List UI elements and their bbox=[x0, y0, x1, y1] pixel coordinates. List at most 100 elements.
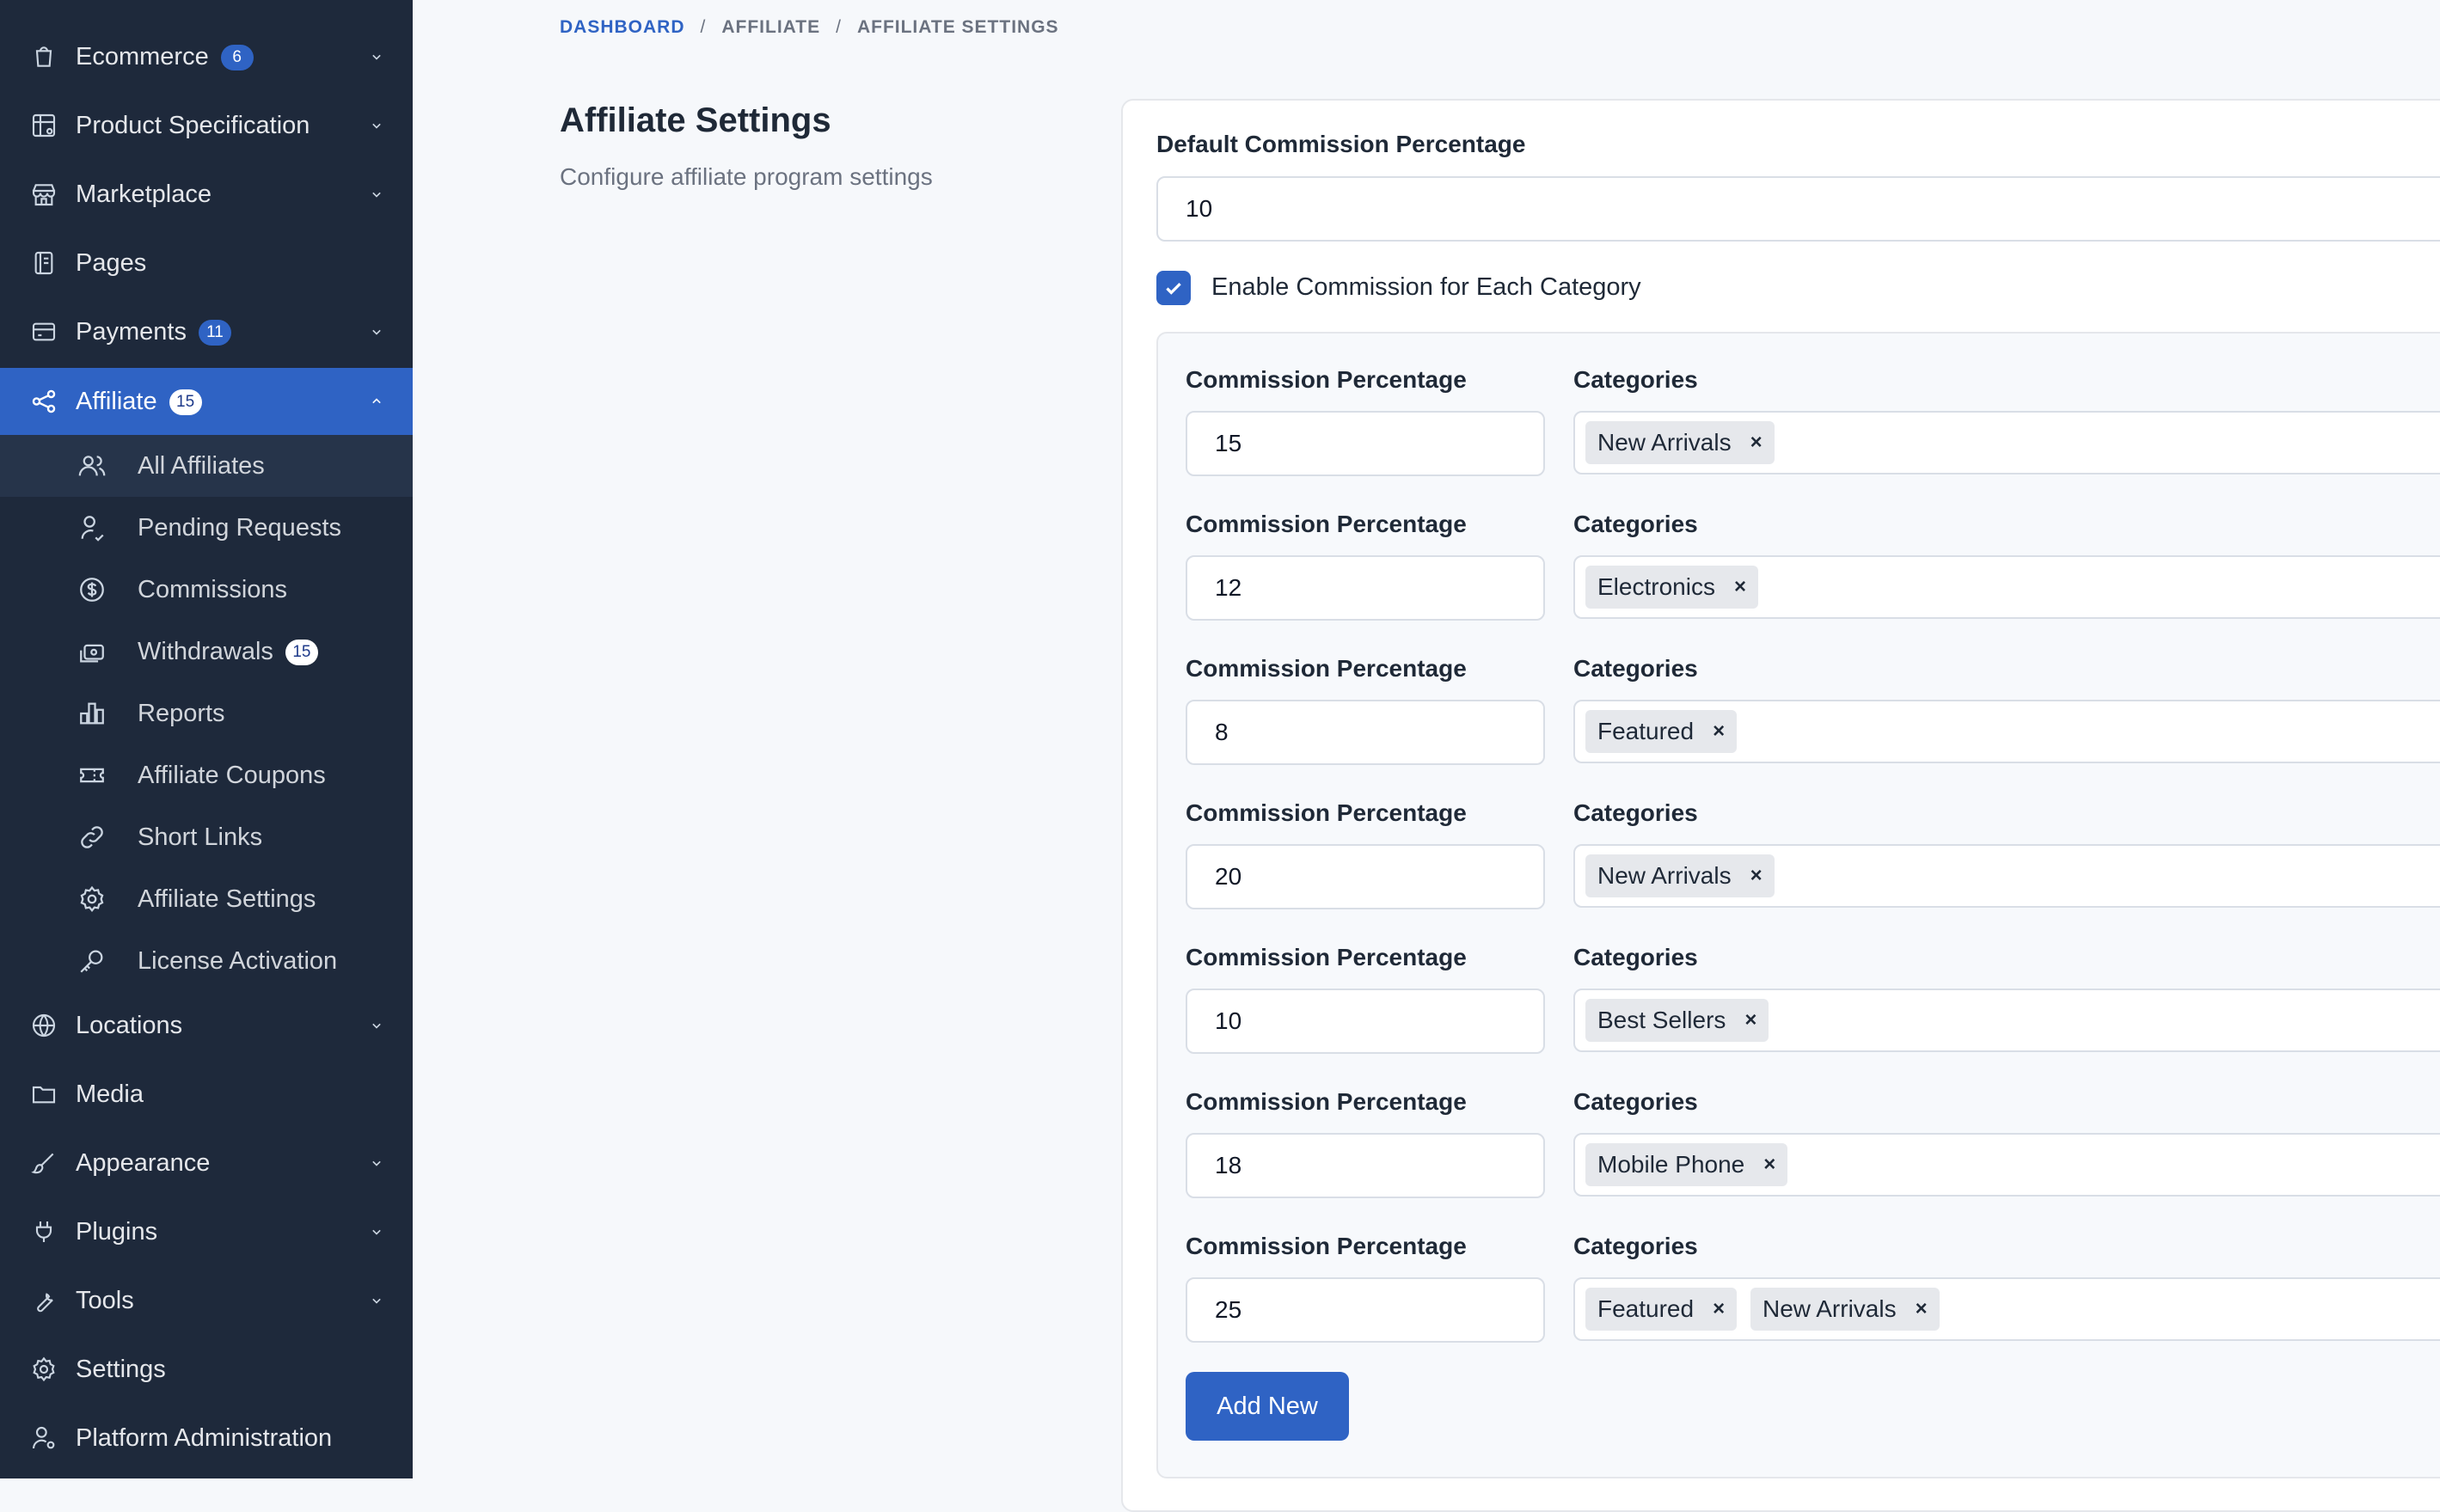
category-tag: New Arrivals × bbox=[1585, 421, 1775, 464]
sidebar-subitem-all-affiliates[interactable]: All Affiliates bbox=[0, 435, 413, 497]
link-icon bbox=[81, 826, 103, 848]
categories-select[interactable]: New Arrivals × bbox=[1573, 844, 2440, 908]
globe-icon bbox=[29, 1011, 58, 1040]
sidebar-item-payments[interactable]: Payments 11 bbox=[0, 301, 413, 363]
commission-percentage-input[interactable] bbox=[1186, 700, 1545, 765]
gear-icon bbox=[29, 1355, 58, 1384]
chevron-down-icon bbox=[372, 1229, 381, 1235]
sidebar-subitem-affiliate-coupons[interactable]: Affiliate Coupons bbox=[0, 744, 413, 806]
sidebar-item-locations[interactable]: Locations bbox=[0, 995, 413, 1056]
user-settings-icon bbox=[29, 1423, 58, 1453]
commission-percentage-input[interactable] bbox=[1186, 844, 1545, 909]
breadcrumb-separator: / bbox=[836, 17, 842, 37]
breadcrumb-affiliate[interactable]: AFFILIATE bbox=[721, 17, 820, 38]
remove-tag-icon[interactable]: × bbox=[1734, 575, 1746, 599]
sidebar-subitem-reports[interactable]: Reports bbox=[0, 683, 413, 744]
categories-select[interactable]: Best Sellers × bbox=[1573, 989, 2440, 1052]
commission-percentage-input[interactable] bbox=[1186, 1133, 1545, 1198]
commission-percentage-input[interactable] bbox=[1186, 1277, 1545, 1343]
chevron-down-icon bbox=[372, 123, 381, 129]
sidebar-subitem-license-activation[interactable]: License Activation bbox=[0, 930, 413, 992]
categories-select[interactable]: New Arrivals × bbox=[1573, 411, 2440, 474]
categories-label: Categories bbox=[1573, 366, 1698, 393]
categories-label: Categories bbox=[1573, 1088, 1698, 1115]
breadcrumb-dashboard[interactable]: DASHBOARD bbox=[560, 17, 685, 38]
remove-tag-icon[interactable]: × bbox=[1744, 1008, 1756, 1032]
sidebar-item-pages[interactable]: Pages bbox=[0, 232, 413, 294]
default-commission-input[interactable] bbox=[1156, 176, 2440, 242]
bar-chart-icon bbox=[80, 702, 104, 725]
category-tag: Mobile Phone × bbox=[1585, 1143, 1788, 1186]
page-title: Affiliate Settings bbox=[560, 101, 831, 139]
sidebar-subitem-withdrawals[interactable]: Withdrawals 15 bbox=[0, 621, 413, 683]
sidebar-item-platform-administration[interactable]: Platform Administration bbox=[0, 1407, 413, 1469]
dollar-circle-icon bbox=[80, 578, 104, 602]
categories-select[interactable]: Mobile Phone × bbox=[1573, 1133, 2440, 1197]
sidebar-subitem-pending-requests[interactable]: Pending Requests bbox=[0, 497, 413, 559]
add-new-button[interactable]: Add New bbox=[1186, 1372, 1349, 1441]
commission-percentage-input[interactable] bbox=[1186, 989, 1545, 1054]
sidebar-item-media[interactable]: Media bbox=[0, 1063, 413, 1125]
commission-percentage-label: Commission Percentage bbox=[1186, 799, 1467, 826]
categories-label: Categories bbox=[1573, 799, 1698, 826]
ticket-icon bbox=[80, 768, 104, 783]
plug-icon bbox=[29, 1217, 58, 1246]
breadcrumb: DASHBOARD / AFFILIATE / AFFILIATE SETTIN… bbox=[560, 17, 1059, 38]
shopping-bag-icon bbox=[29, 42, 58, 71]
commission-percentage-label: Commission Percentage bbox=[1186, 1233, 1467, 1259]
enable-category-label: Enable Commission for Each Category bbox=[1211, 273, 1641, 301]
commission-percentage-label: Commission Percentage bbox=[1186, 366, 1467, 393]
category-tag: New Arrivals × bbox=[1585, 854, 1775, 897]
commission-percentage-input[interactable] bbox=[1186, 411, 1545, 476]
remove-tag-icon[interactable]: × bbox=[1713, 1297, 1725, 1321]
check-icon bbox=[1166, 282, 1181, 295]
sidebar: Ecommerce 6 Product Specification Marketp… bbox=[0, 0, 413, 1478]
sidebar-item-ecommerce[interactable]: Ecommerce 6 bbox=[0, 26, 413, 88]
gear-icon bbox=[80, 885, 104, 912]
default-commission-label: Default Commission Percentage bbox=[1156, 131, 1526, 157]
sidebar-item-product-specification[interactable]: Product Specification bbox=[0, 95, 413, 156]
users-icon bbox=[78, 456, 106, 476]
enable-category-checkbox[interactable] bbox=[1156, 271, 1191, 305]
commission-percentage-input[interactable] bbox=[1186, 555, 1545, 621]
categories-select[interactable]: Featured × New Arrivals × bbox=[1573, 1277, 2440, 1341]
chevron-down-icon bbox=[372, 1160, 381, 1166]
categories-label: Categories bbox=[1573, 511, 1698, 537]
remove-tag-icon[interactable]: × bbox=[1750, 864, 1763, 888]
folder-icon bbox=[29, 1080, 58, 1109]
sidebar-item-plugins[interactable]: Plugins bbox=[0, 1201, 413, 1263]
commission-percentage-label: Commission Percentage bbox=[1186, 944, 1467, 970]
sidebar-subitem-commissions[interactable]: Commissions bbox=[0, 559, 413, 621]
chevron-down-icon bbox=[372, 192, 381, 198]
brush-icon bbox=[29, 1148, 58, 1178]
chevron-down-icon bbox=[372, 329, 381, 335]
category-tag: Featured × bbox=[1585, 1288, 1738, 1331]
remove-tag-icon[interactable]: × bbox=[1713, 719, 1725, 744]
breadcrumb-affiliate-settings: AFFILIATE SETTINGS bbox=[856, 17, 1059, 37]
remove-tag-icon[interactable]: × bbox=[1916, 1297, 1928, 1321]
sidebar-item-tools[interactable]: Tools bbox=[0, 1270, 413, 1331]
commission-percentage-label: Commission Percentage bbox=[1186, 1088, 1467, 1115]
remove-tag-icon[interactable]: × bbox=[1750, 431, 1763, 455]
categories-select[interactable]: Electronics × bbox=[1573, 555, 2440, 619]
sidebar-subitem-affiliate-settings[interactable]: Affiliate Settings bbox=[0, 868, 413, 930]
user-clock-icon bbox=[81, 516, 104, 542]
sidebar-item-marketplace[interactable]: Marketplace bbox=[0, 163, 413, 225]
sidebar-subitem-short-links[interactable]: Short Links bbox=[0, 806, 413, 868]
store-icon bbox=[29, 180, 58, 209]
notebook-icon bbox=[29, 248, 58, 278]
commission-percentage-label: Commission Percentage bbox=[1186, 655, 1467, 682]
chevron-up-icon bbox=[372, 398, 381, 404]
category-tag: New Arrivals × bbox=[1750, 1288, 1940, 1331]
category-tag: Featured × bbox=[1585, 710, 1738, 753]
remove-tag-icon[interactable]: × bbox=[1763, 1153, 1775, 1177]
sidebar-top-item[interactable] bbox=[0, 0, 413, 7]
categories-select[interactable]: Featured × bbox=[1573, 700, 2440, 763]
sidebar-item-appearance[interactable]: Appearance bbox=[0, 1132, 413, 1194]
withdrawals-badge: 15 bbox=[285, 640, 318, 666]
ecommerce-badge: 6 bbox=[220, 44, 254, 70]
sidebar-item-affiliate[interactable]: Affiliate 15 bbox=[0, 368, 413, 435]
commission-percentage-label: Commission Percentage bbox=[1186, 511, 1467, 537]
sidebar-item-settings[interactable]: Settings bbox=[0, 1338, 413, 1400]
credit-card-icon bbox=[29, 317, 58, 346]
